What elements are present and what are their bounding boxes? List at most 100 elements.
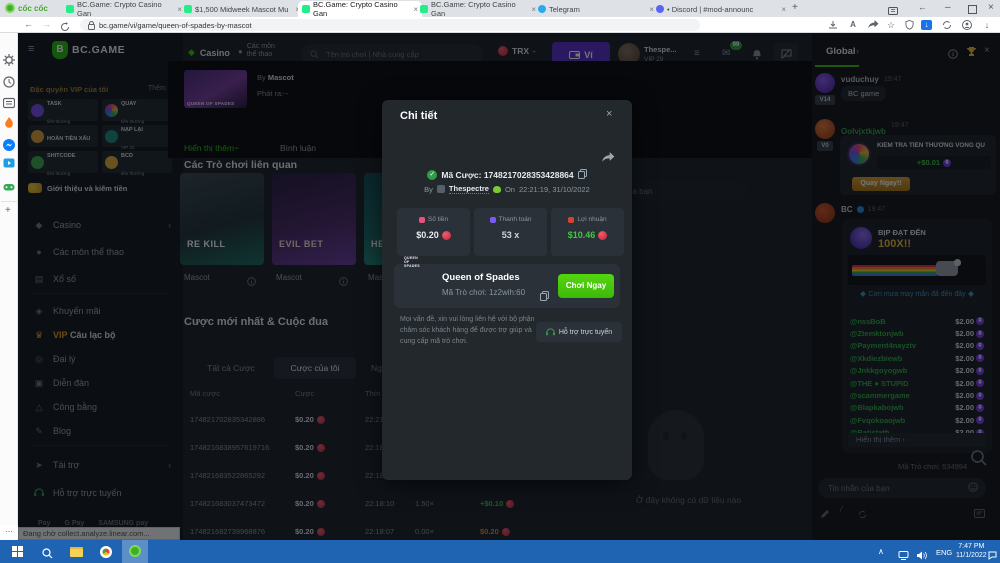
more-dots-icon: ⋯	[5, 527, 13, 536]
tab-discord[interactable]: • Discord | #mod-announc ×	[652, 1, 790, 17]
volume-icon[interactable]	[917, 547, 927, 563]
bcgame-favicon	[184, 5, 192, 13]
start-button[interactable]	[12, 546, 23, 557]
bookmark-star-icon[interactable]: ☆	[885, 20, 897, 30]
frog-pet-icon	[493, 186, 501, 193]
language-indicator[interactable]: ENG	[936, 548, 952, 557]
forward-button[interactable]: →	[42, 19, 51, 29]
profit-icon	[568, 217, 574, 223]
back-button[interactable]: ←	[24, 19, 33, 29]
tab-title: • Discord | #mod-announc	[667, 5, 778, 14]
browser-address-bar: ← → bc.game/vi/game/queen-of-spades-by-m…	[0, 17, 1000, 33]
taskbar-clock[interactable]: 7:47 PM 11/1/2022	[956, 543, 987, 560]
amount-icon	[419, 217, 425, 223]
play-now-button[interactable]: Chơi Ngay	[558, 274, 614, 298]
bet-author-link[interactable]: Thespectre	[449, 184, 489, 194]
tab-close-icon[interactable]: ×	[781, 5, 786, 14]
modal-game-row: QUEEN OF SPADES Queen of Spades Mã Trò c…	[394, 264, 620, 308]
settings-gear-icon[interactable]	[3, 53, 15, 65]
translate-icon[interactable]: A	[847, 20, 859, 30]
tab-title: Telegram	[549, 5, 646, 14]
verified-check-icon: ✓	[427, 170, 437, 180]
url-text: bc.game/vi/game/queen-of-spades-by-masco…	[99, 21, 252, 30]
tab-bcgame-1[interactable]: BC.Game: Crypto Casino Gan ×	[62, 1, 186, 17]
share-icon[interactable]	[867, 20, 879, 30]
downloads-icon[interactable]: ↓	[981, 20, 993, 30]
trx-coin-icon	[598, 231, 607, 240]
tab-bcgame-active[interactable]: BC.Game: Crypto Casino Gan ×	[298, 1, 422, 17]
bet-author-row: By Thespectre On 22:21:19, 31/10/2022	[382, 184, 632, 194]
support-button[interactable]: Hỗ trợ trực tuyến	[536, 322, 622, 342]
copy-icon[interactable]	[540, 288, 549, 306]
copy-icon[interactable]	[578, 166, 587, 184]
messenger-icon[interactable]	[3, 138, 15, 150]
action-center-icon[interactable]	[988, 547, 997, 563]
browser-tab-bar: cốc cốc BC.Game: Crypto Casino Gan × $1,…	[0, 0, 1000, 17]
history-clock-icon[interactable]	[3, 75, 15, 87]
trx-coin-icon	[442, 231, 451, 240]
clock-date: 11/1/2022	[956, 552, 987, 561]
tab-bcgame-3[interactable]: BC.Game: Crypto Casino Gan ×	[416, 1, 540, 17]
bcgame-page: ≡ B BC.GAME Đặc quyền VIP của tôi Thêm ›…	[18, 33, 1000, 540]
windows-taskbar: ∧ ENG 7:47 PM 11/1/2022	[0, 540, 1000, 563]
payout-card-icon	[490, 217, 496, 223]
modal-title: Chi tiết	[400, 110, 437, 122]
browser-brand[interactable]: cốc cốc	[5, 3, 48, 13]
adblock-shield-icon[interactable]	[903, 20, 915, 30]
bcgame-favicon	[66, 5, 74, 13]
bet-details-modal: Chi tiết × ✓ Mã Cược: 174821702835342886…	[382, 100, 632, 480]
sync-icon[interactable]	[941, 20, 953, 30]
hot-trending-icon[interactable]	[3, 116, 15, 128]
tab-telegram[interactable]: Telegram ×	[534, 1, 658, 17]
stat-payout: Thanh toán 53 x	[474, 208, 547, 256]
clock-time: 7:47 PM	[956, 543, 987, 552]
bet-id-value: 1748217028353428864	[484, 170, 574, 180]
window-maximize-button[interactable]	[968, 5, 977, 14]
tab-title: BC.Game: Crypto Casino Gan	[313, 1, 410, 17]
taskbar-search-icon[interactable]	[42, 546, 53, 563]
chrome-icon[interactable]	[100, 546, 112, 558]
media-player-icon[interactable]	[3, 156, 15, 168]
discord-favicon	[656, 5, 664, 13]
profile-icon[interactable]	[961, 20, 973, 30]
rail-more-button[interactable]: ⋯	[0, 525, 18, 539]
bcgame-favicon	[302, 5, 310, 13]
stat-profit: Lợi nhuận $10.46	[551, 208, 624, 256]
new-tab-button[interactable]: +	[792, 2, 798, 13]
window-minimize-button[interactable]: –	[945, 2, 951, 13]
tray-expand-icon[interactable]: ∧	[878, 547, 884, 556]
telegram-favicon	[538, 5, 546, 13]
newsfeed-icon[interactable]	[3, 96, 15, 108]
file-explorer-icon[interactable]	[70, 547, 83, 557]
lock-icon	[88, 21, 95, 30]
coccoc-side-rail: + ⋯	[0, 33, 18, 540]
tab-title: BC.Game: Crypto Casino Gan	[431, 1, 528, 17]
download-manager-icon[interactable]: ↓	[921, 20, 932, 30]
coccoc-logo-icon	[5, 3, 15, 13]
history-back-icon[interactable]: ←	[918, 2, 927, 12]
save-page-icon[interactable]	[827, 20, 839, 30]
tab-title: $1,500 Midweek Mascot Mu	[195, 5, 292, 14]
rail-divider	[1, 201, 17, 202]
bet-id-row: ✓ Mã Cược: 1748217028353428864	[382, 166, 632, 184]
support-note: Mọi vấn đề, xin vui lòng liên hệ với bộ …	[400, 315, 535, 348]
tab-title: BC.Game: Crypto Casino Gan	[77, 1, 174, 17]
bcgame-favicon	[420, 5, 428, 13]
bet-datetime: 22:21:19, 31/10/2022	[519, 185, 590, 194]
tab-mascot-promo[interactable]: $1,500 Midweek Mascot Mu ×	[180, 1, 304, 17]
avatar-chip-icon	[437, 185, 445, 193]
stat-amount: Số tiền $0.20	[397, 208, 470, 256]
coccoc-icon	[129, 545, 141, 557]
headset-icon	[546, 323, 555, 341]
coccoc-taskbar-active[interactable]	[122, 540, 148, 563]
download-arrow-glyph: ↓	[925, 20, 929, 29]
modal-close-icon[interactable]: ×	[606, 108, 612, 120]
url-field[interactable]: bc.game/vi/game/queen-of-spades-by-masco…	[80, 19, 700, 31]
games-gamepad-icon[interactable]	[3, 180, 15, 192]
window-close-button[interactable]: ×	[988, 2, 994, 13]
network-icon[interactable]	[898, 547, 909, 563]
screen: cốc cốc BC.Game: Crypto Casino Gan × $1,…	[0, 0, 1000, 563]
add-shortcut-button[interactable]: +	[5, 205, 11, 216]
modal-game-id: Mã Trò chơi: 1z2wih:60	[442, 288, 525, 297]
modal-game-name: Queen of Spades	[442, 272, 520, 283]
